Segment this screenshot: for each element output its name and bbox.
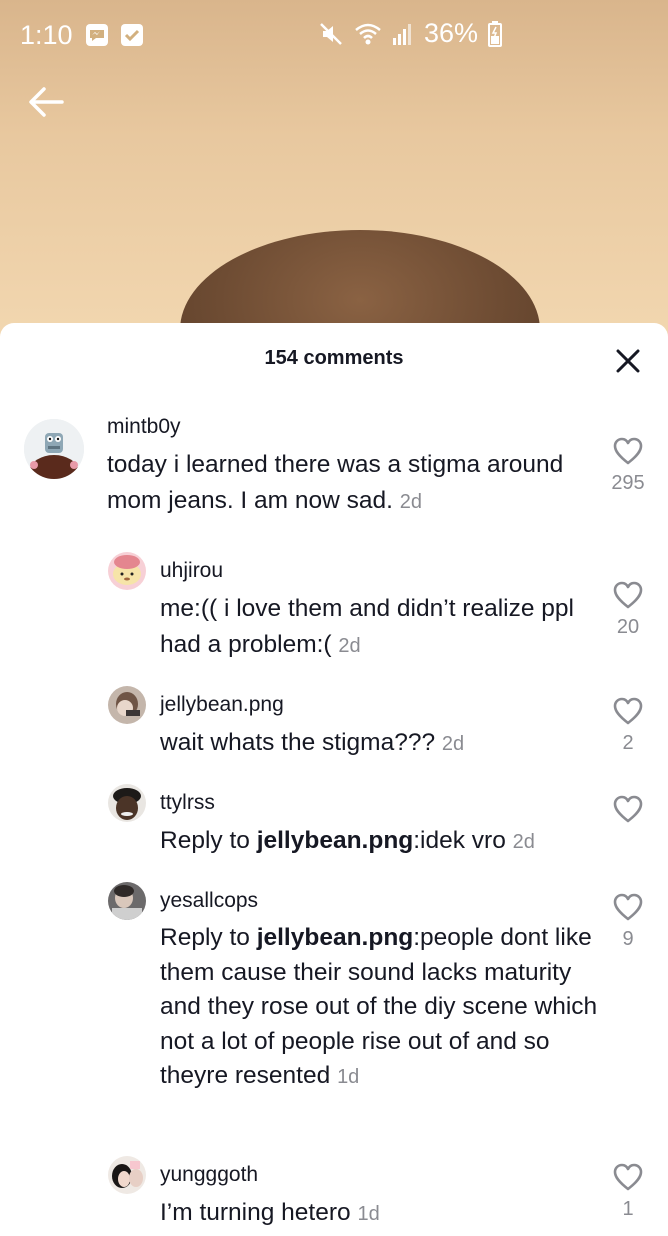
comment-item: jellybean.png wait whats the stigma??? 2…: [0, 686, 668, 769]
comment-username[interactable]: mintb0y: [107, 415, 181, 439]
reply-target-username[interactable]: jellybean.png: [257, 827, 414, 854]
comment-timestamp: 1d: [337, 1066, 360, 1089]
comment-count: 154 comments: [264, 347, 404, 369]
battery-icon: [488, 20, 503, 47]
reply-target-username[interactable]: jellybean.png: [257, 924, 414, 951]
comment-username[interactable]: yesallcops: [160, 889, 258, 913]
like-button[interactable]: 2: [610, 697, 646, 755]
heart-icon: [613, 795, 643, 823]
comment-text[interactable]: me:(( i love them and didn’t realize ppl…: [160, 591, 600, 664]
heart-icon: [613, 697, 643, 725]
like-count: 20: [616, 616, 640, 638]
comment-timestamp: 2d: [512, 831, 535, 853]
comment-item: yesallcops Reply to jellybean.png:people…: [0, 882, 668, 1145]
check-icon: [121, 24, 143, 46]
comment-item: ttylrss Reply to jellybean.png:idek vro …: [0, 784, 668, 867]
messenger-icon: [86, 24, 108, 46]
comment-text[interactable]: today i learned there was a stigma aroun…: [107, 447, 567, 520]
wifi-icon: [355, 23, 381, 44]
like-count: 295: [611, 472, 645, 494]
close-icon[interactable]: [614, 347, 642, 375]
battery-percentage: 36%: [424, 18, 479, 48]
comment-username[interactable]: ttylrss: [160, 791, 215, 815]
heart-icon: [613, 581, 643, 609]
comment-text[interactable]: I’m turning hetero 1d: [160, 1195, 600, 1233]
like-count: 9: [622, 928, 634, 950]
like-count: 2: [622, 732, 634, 754]
like-button[interactable]: 20: [610, 581, 646, 639]
comment-text[interactable]: Reply to jellybean.png:idek vro 2d: [160, 823, 600, 861]
avatar[interactable]: [108, 882, 146, 920]
reply-prefix: Reply to: [160, 827, 257, 854]
comment-username[interactable]: jellybean.png: [160, 693, 284, 717]
like-button[interactable]: 295: [610, 437, 646, 495]
like-count: 1: [622, 1198, 634, 1220]
comment-timestamp: 2d: [338, 634, 361, 657]
avatar[interactable]: [24, 419, 84, 479]
comment-text[interactable]: wait whats the stigma??? 2d: [160, 725, 600, 763]
heart-icon: [613, 893, 643, 921]
heart-icon: [613, 1163, 643, 1191]
heart-icon: [613, 437, 643, 465]
reply-prefix: Reply to: [160, 924, 257, 951]
status-bar: 1:10 36%: [0, 0, 668, 70]
comment-text[interactable]: Reply to jellybean.png:people dont like …: [160, 921, 600, 1095]
comment-username[interactable]: yungggoth: [160, 1163, 258, 1187]
signal-icon: [393, 23, 411, 45]
comment-item: yungggoth I’m turning hetero 1d 1: [0, 1156, 668, 1236]
like-button[interactable]: 9: [610, 893, 646, 951]
like-button[interactable]: [610, 795, 646, 830]
comment-timestamp: 2d: [399, 490, 423, 513]
comment-body: today i learned there was a stigma aroun…: [107, 451, 564, 514]
comment-item: uhjirou me:(( i love them and didn’t rea…: [0, 552, 668, 665]
comment-body: wait whats the stigma???: [160, 729, 436, 756]
comment-username[interactable]: uhjirou: [160, 559, 223, 583]
comments-sheet: 154 comments mintb0y today i learned the…: [0, 323, 668, 1236]
like-button[interactable]: 1: [610, 1163, 646, 1221]
comment-item: mintb0y today i learned there was a stig…: [0, 415, 668, 535]
back-arrow-icon[interactable]: [26, 84, 66, 120]
comment-timestamp: 1d: [357, 1203, 380, 1225]
avatar[interactable]: [108, 1156, 146, 1194]
status-time: 1:10: [20, 20, 73, 50]
avatar[interactable]: [108, 686, 146, 724]
comments-header: 154 comments: [0, 323, 668, 395]
comment-timestamp: 2d: [441, 733, 465, 755]
avatar[interactable]: [108, 552, 146, 590]
avatar[interactable]: [108, 784, 146, 822]
status-right-icons: 36%: [318, 18, 503, 49]
comment-body: :idek vro: [413, 827, 506, 854]
comment-body: I’m turning hetero: [160, 1199, 351, 1226]
comment-body: me:(( i love them and didn’t realize ppl…: [160, 595, 574, 658]
mute-icon: [320, 22, 342, 45]
